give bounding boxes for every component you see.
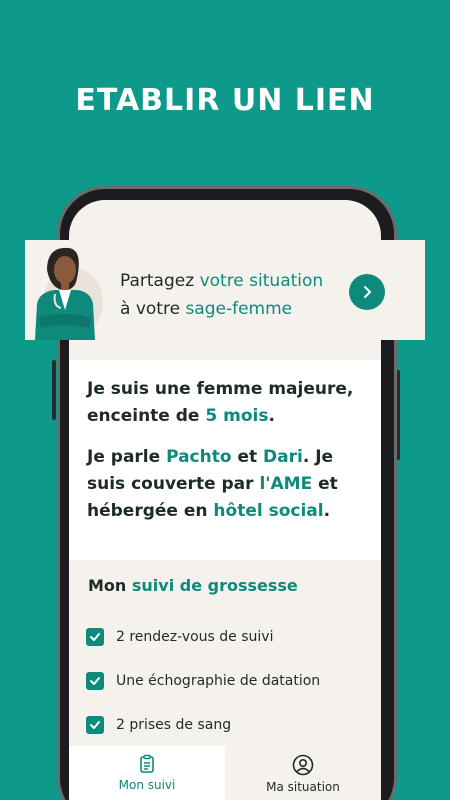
- statement1-line1: Je suis une femme majeure,: [87, 379, 354, 399]
- banner-text: Partagez votre situation à votre sage-fe…: [120, 267, 323, 323]
- checkmark-icon: [90, 633, 100, 641]
- tab-label: Ma situation: [266, 780, 340, 794]
- language-dari: Dari: [263, 447, 303, 467]
- checklist-label: 2 prises de sang: [116, 717, 232, 733]
- statement2-line2-prefix: suis couverte par: [87, 474, 260, 494]
- checkmark-icon: [90, 721, 100, 729]
- clipboard-icon: [140, 754, 154, 773]
- checkmark-icon: [90, 677, 100, 685]
- page-headline: ETABLIR UN LIEN: [75, 83, 375, 118]
- tab-label: Mon suivi: [118, 778, 176, 792]
- followup-title-prefix: Mon: [88, 576, 132, 595]
- statement2-line3-prefix: hébergée en: [87, 501, 214, 521]
- statement2-line3-suffix: .: [323, 501, 331, 521]
- coverage-ame: l'AME: [259, 474, 313, 494]
- statement2-p2: et: [231, 447, 264, 467]
- user-circle-icon: [292, 754, 314, 776]
- checklist-label: 2 rendez-vous de suivi: [116, 629, 274, 645]
- tab-mon-suivi[interactable]: Mon suivi: [69, 746, 225, 800]
- checkbox-checked[interactable]: [86, 716, 104, 734]
- statement-situation: Je parle Pachto et Dari. Je suis couvert…: [87, 444, 338, 525]
- phone-side-button: [52, 360, 56, 420]
- midwife-avatar: [35, 247, 103, 340]
- banner-line1-prefix: Partagez: [120, 271, 200, 291]
- bottom-tab-bar: Mon suivi Ma situation: [69, 746, 381, 800]
- checklist-label: Une échographie de datation: [116, 673, 321, 689]
- checklist-item[interactable]: 2 prises de sang: [86, 703, 320, 747]
- checklist-item[interactable]: 2 rendez-vous de suivi: [86, 615, 320, 659]
- followup-title: Mon suivi de grossesse: [88, 576, 298, 595]
- checkbox-checked[interactable]: [86, 672, 104, 690]
- statement1-line2-suffix: .: [268, 406, 275, 426]
- followup-title-highlight: suivi de grossesse: [131, 576, 298, 595]
- statement2-p1: Je parle: [87, 447, 167, 467]
- statement1-months: 5 mois: [205, 406, 269, 426]
- statement2-line2-suffix: et: [312, 474, 338, 494]
- share-banner[interactable]: Partagez votre situation à votre sage-fe…: [25, 240, 425, 340]
- banner-line2-highlight: sage-femme: [185, 299, 293, 319]
- statement1-line2-prefix: enceinte de: [87, 406, 206, 426]
- statement2-p3: . Je: [302, 447, 334, 467]
- banner-line2-prefix: à votre: [120, 299, 186, 319]
- share-arrow-button[interactable]: [349, 274, 385, 310]
- statement-identity: Je suis une femme majeure, enceinte de 5…: [87, 376, 353, 430]
- chevron-right-icon: [364, 286, 371, 298]
- tab-ma-situation[interactable]: Ma situation: [225, 746, 381, 800]
- followup-checklist: 2 rendez-vous de suivi Une échographie d…: [86, 615, 320, 747]
- language-pachto: Pachto: [166, 447, 232, 467]
- banner-line1-highlight: votre situation: [199, 271, 324, 291]
- checklist-item[interactable]: Une échographie de datation: [86, 659, 320, 703]
- housing-hotel-social: hôtel social: [213, 501, 324, 521]
- checkbox-checked[interactable]: [86, 628, 104, 646]
